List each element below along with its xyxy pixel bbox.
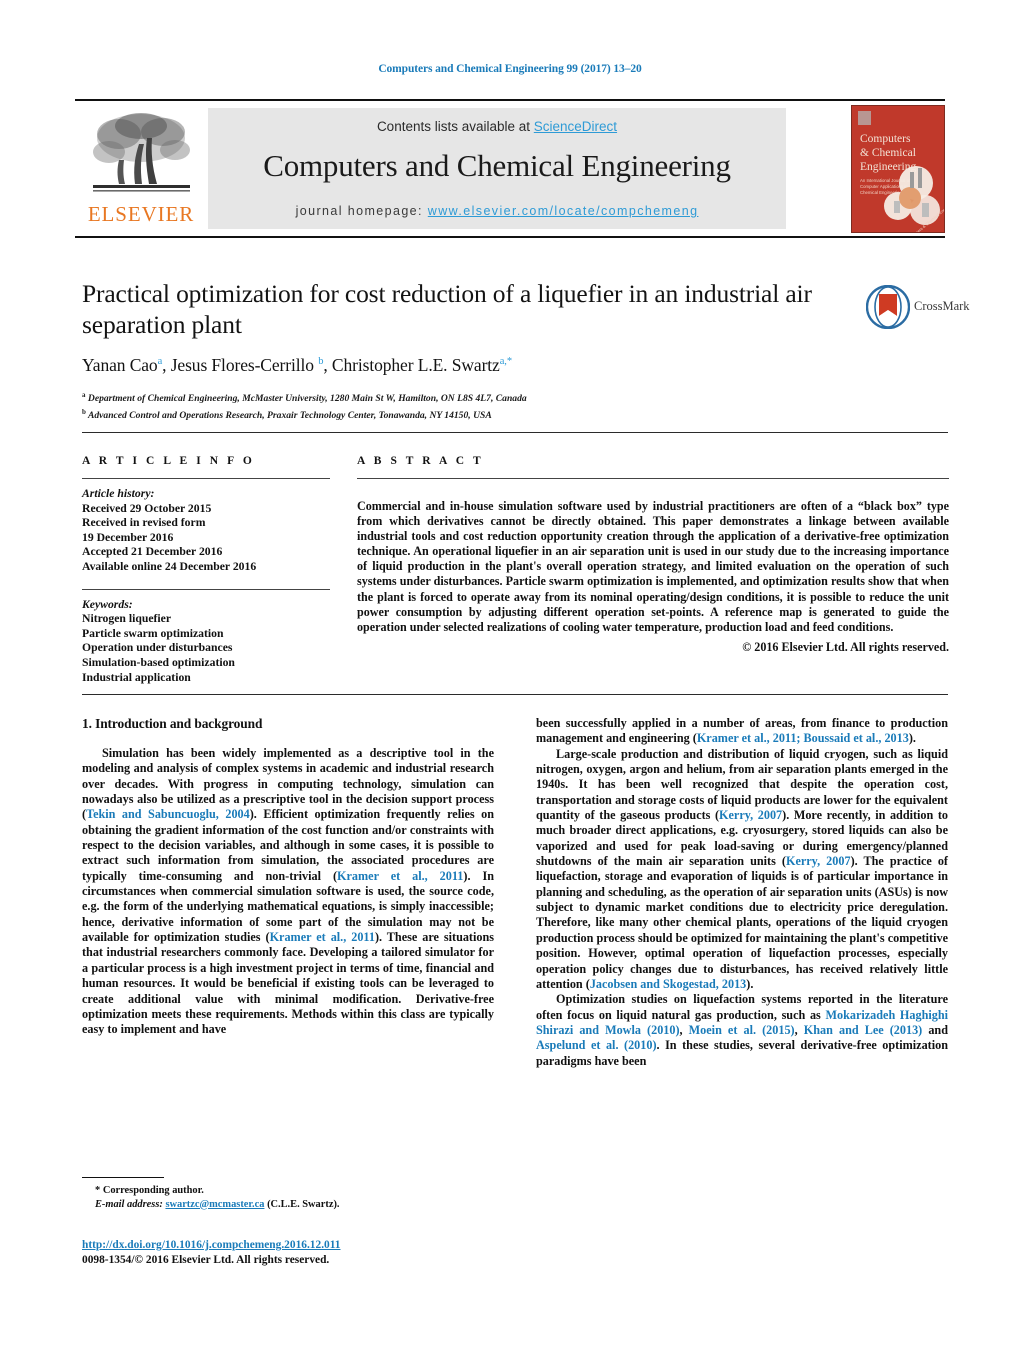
abstract-top-rule [82, 432, 948, 433]
crossmark-svg [865, 284, 911, 330]
elsevier-logo: ELSEVIER [77, 106, 205, 232]
history-item: 19 December 2016 [82, 530, 174, 544]
affiliation-a: a Department of Chemical Engineering, Mc… [82, 391, 527, 405]
keyword-item: Operation under disturbances [82, 641, 233, 655]
crossmark-label: CrossMark [914, 299, 970, 313]
affiliations: a Department of Chemical Engineering, Mc… [82, 389, 852, 422]
running-head: Computers and Chemical Engineering 99 (2… [378, 63, 642, 75]
homepage-link[interactable]: www.elsevier.com/locate/compchemeng [428, 204, 699, 218]
paragraph-right-1: been successfully applied in a number of… [536, 716, 948, 746]
abstract-rule [357, 478, 949, 479]
email-line: E-mail address: swartzc@mcmaster.ca (C.L… [82, 1198, 494, 1212]
footnote-block: * Corresponding author. E-mail address: … [82, 1184, 494, 1211]
article-info-column: A R T I C L E I N F O Article history: R… [82, 455, 330, 685]
keywords-block: Keywords: Nitrogen liquefier Particle sw… [82, 598, 330, 686]
paragraph-left-1: Simulation has been widely implemented a… [82, 746, 494, 1037]
keywords-rule [82, 588, 330, 590]
abstract-heading: A B S T R A C T [357, 455, 484, 467]
affiliation-b: b Advanced Control and Operations Resear… [82, 407, 492, 421]
affiliation-a-text: Department of Chemical Engineering, McMa… [87, 393, 527, 405]
cover-art-svg: Computers & Chemical Engineering An Inte… [852, 106, 944, 232]
journal-title: Computers and Chemical Engineering [263, 148, 731, 183]
keyword-item: Industrial application [82, 670, 191, 684]
affiliation-b-text: Advanced Control and Operations Research… [87, 409, 492, 421]
journal-masthead: ELSEVIER Contents lists available at Sci… [75, 99, 945, 238]
article-info-rule [82, 478, 330, 479]
abstract-copyright: © 2016 Elsevier Ltd. All rights reserved… [742, 639, 949, 654]
abstract-bottom-rule [82, 694, 948, 695]
keyword-item: Simulation-based optimization [82, 655, 235, 669]
sciencedirect-link[interactable]: ScienceDirect [534, 119, 617, 134]
homepage-line: journal homepage: www.elsevier.com/locat… [208, 204, 786, 218]
article-info-heading: A R T I C L E I N F O [82, 455, 255, 467]
corresponding-author-line: * Corresponding author. [82, 1184, 494, 1198]
svg-text:Computers: Computers [860, 133, 911, 145]
corresponding-marker: * [95, 1185, 101, 1196]
elsevier-tree-icon [89, 108, 194, 200]
history-item: Available online 24 December 2016 [82, 559, 257, 573]
journal-cover-thumbnail: Computers & Chemical Engineering An Inte… [851, 105, 945, 233]
paragraph-right-2: Large-scale production and distribution … [536, 746, 949, 991]
contents-line: Contents lists available at ScienceDirec… [208, 119, 786, 134]
keyword-item: Nitrogen liquefier [82, 612, 172, 626]
corresponding-label: Corresponding author. [102, 1185, 204, 1196]
email-link[interactable]: swartzc@mcmaster.ca [165, 1199, 264, 1210]
elsevier-wordmark: ELSEVIER [87, 202, 195, 226]
homepage-label: journal homepage: [295, 204, 423, 218]
article-history-label: Article history: [82, 487, 155, 500]
body-column-right: been successfully applied in a number of… [536, 716, 948, 1069]
masthead-panel: Contents lists available at ScienceDirec… [208, 108, 786, 229]
tree-svg [93, 113, 190, 192]
history-item: Accepted 21 December 2016 [82, 545, 223, 559]
issn-copyright: 0098-1354/© 2016 Elsevier Ltd. All right… [82, 1254, 330, 1266]
paper-page: Computers and Chemical Engineering 99 (2… [0, 0, 1020, 1351]
footnote-rule [82, 1177, 164, 1178]
page-title: Practical optimization for cost reductio… [82, 279, 812, 339]
keyword-item: Particle swarm optimization [82, 626, 224, 640]
paragraph-right-3: Optimization studies on liquefaction sys… [536, 992, 948, 1068]
keywords-label: Keywords: [82, 597, 133, 611]
email-owner: (C.L.E. Swartz). [267, 1198, 340, 1210]
doi-link[interactable]: http://dx.doi.org/10.1016/j.compchemeng.… [82, 1239, 341, 1251]
abstract-column: A B S T R A C T Commercial and in-house … [357, 455, 949, 655]
section-heading-introduction: 1. Introduction and background [82, 716, 263, 731]
author-list: Yanan Caoa, Jesus Flores-Cerrillo b, Chr… [82, 355, 512, 375]
title-block: Practical optimization for cost reductio… [82, 278, 852, 422]
history-item: Received 29 October 2015 [82, 501, 212, 515]
history-item: Received in revised form [82, 516, 206, 530]
abstract-text: Commercial and in-house simulation softw… [357, 499, 949, 634]
doi-block: http://dx.doi.org/10.1016/j.compchemeng.… [82, 1238, 522, 1268]
email-label: E-mail address: [95, 1198, 163, 1210]
svg-text:& Chemical: & Chemical [860, 147, 916, 159]
article-history: Article history: Received 29 October 201… [82, 487, 330, 575]
crossmark-badge[interactable]: CrossMark [865, 284, 970, 331]
body-column-left: 1. Introduction and background Simulatio… [82, 716, 494, 1038]
contents-prefix: Contents lists available at [376, 119, 534, 134]
crossmark-icon [865, 284, 911, 330]
